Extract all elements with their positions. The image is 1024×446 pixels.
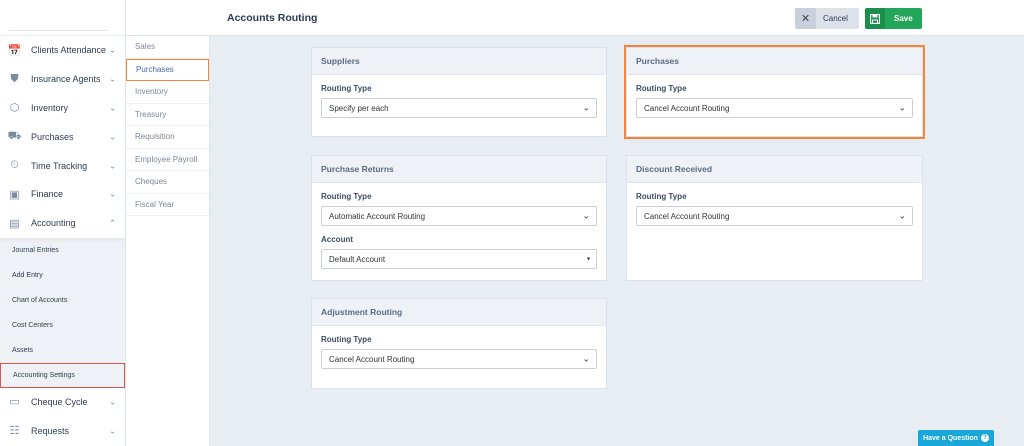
money-icon: ▣	[9, 188, 20, 201]
routing-type-label: Routing Type	[321, 192, 372, 201]
routing-type-label: Routing Type	[321, 335, 372, 344]
card-title: Purchase Returns	[312, 156, 606, 183]
save-icon	[865, 8, 885, 29]
calendar-icon: 📅	[7, 44, 22, 57]
sidebar-top	[0, 0, 125, 36]
page-header: Accounts Routing ✕ Cancel Save	[126, 0, 1024, 36]
submenu-item-accounting-settings[interactable]: Accounting Settings	[0, 362, 125, 388]
suppliers-card: Suppliers Routing Type Specify per each …	[311, 47, 607, 137]
sidebar-item-label: Clients Attendance	[31, 45, 107, 56]
accounting-icon: ▤	[9, 217, 20, 230]
chevron-down-icon: ⌄	[109, 45, 116, 55]
subnav-item-purchases[interactable]: Purchases	[126, 58, 209, 81]
chevron-down-icon: ⌄	[582, 210, 590, 221]
sidebar-item-requests[interactable]: ☷ Requests ⌄	[0, 416, 125, 446]
sidebar-item-time-tracking[interactable]: ⏲ Time Tracking ⌄	[0, 151, 125, 180]
chevron-down-icon: ⌄	[109, 132, 116, 142]
card-title: Adjustment Routing	[312, 299, 606, 326]
subnav-item-requisition[interactable]: Requisition	[126, 126, 209, 149]
card-title: Purchases	[627, 48, 922, 75]
chevron-down-icon: ⌄	[582, 102, 590, 113]
box-icon: ⬡	[9, 102, 20, 115]
submenu-item-chart-of-accounts[interactable]: Chart of Accounts	[0, 288, 125, 313]
cheque-icon: ▭	[9, 396, 20, 409]
question-icon: ?	[980, 434, 989, 442]
chevron-up-icon: ⌃	[109, 218, 116, 228]
chevron-down-icon: ⌄	[582, 353, 590, 364]
account-label: Account	[321, 235, 353, 244]
submenu-item-add-entry[interactable]: Add Entry	[0, 263, 125, 288]
main-sidebar: 📅 Clients Attendance ⌄ ⛊ Insurance Agent…	[0, 0, 126, 446]
sidebar-item-label: Accounting	[31, 218, 76, 229]
routing-type-select[interactable]: Cancel Account Routing ⌄	[636, 206, 913, 226]
save-button-label: Save	[894, 14, 913, 23]
chevron-down-icon: ⌄	[109, 161, 116, 171]
select-value: Automatic Account Routing	[329, 211, 426, 221]
truck-icon: ⛟	[7, 129, 22, 142]
routing-type-select[interactable]: Cancel Account Routing ⌄	[636, 98, 913, 118]
account-select[interactable]: Default Account ▾	[321, 249, 597, 269]
chevron-down-icon: ⌄	[109, 74, 116, 84]
close-icon: ✕	[795, 8, 816, 29]
routing-type-select[interactable]: Cancel Account Routing ⌄	[321, 349, 597, 369]
sidebar-item-finance[interactable]: ▣ Finance ⌄	[0, 180, 125, 209]
shield-icon: ⛊	[10, 72, 19, 85]
discount-received-card: Discount Received Routing Type Cancel Ac…	[626, 155, 923, 281]
have-a-question-button[interactable]: Have a Question ?	[918, 430, 994, 446]
select-value: Cancel Account Routing	[329, 354, 415, 364]
sidebar-item-label: Time Tracking	[31, 160, 88, 171]
sidebar-item-insurance-agents[interactable]: ⛊ Insurance Agents ⌄	[0, 65, 125, 94]
purchases-card: Purchases Routing Type Cancel Account Ro…	[624, 45, 925, 139]
help-label: Have a Question	[923, 434, 978, 442]
page-title: Accounts Routing	[227, 12, 318, 24]
sidebar-item-clients-attendance[interactable]: 📅 Clients Attendance ⌄	[0, 36, 125, 65]
routing-type-select[interactable]: Automatic Account Routing ⌄	[321, 206, 597, 226]
clipboard-icon: ☷	[9, 425, 20, 438]
select-value: Cancel Account Routing	[644, 103, 730, 113]
save-button[interactable]: Save	[865, 8, 922, 29]
card-title: Discount Received	[627, 156, 922, 183]
routing-type-label: Routing Type	[636, 84, 687, 93]
sidebar-item-cheque-cycle[interactable]: ▭ Cheque Cycle ⌄	[0, 387, 125, 417]
clock-icon: ⏲	[10, 159, 19, 172]
select-value: Default Account	[329, 254, 386, 264]
subnav-item-treasury[interactable]: Treasury	[126, 104, 209, 126]
chevron-down-icon: ⌄	[898, 210, 906, 221]
submenu-item-cost-centers[interactable]: Cost Centers	[0, 313, 125, 338]
routing-type-label: Routing Type	[321, 84, 372, 93]
select-value: Specify per each	[329, 103, 389, 113]
chevron-down-icon: ⌄	[898, 102, 906, 113]
caret-down-icon: ▾	[586, 256, 590, 263]
sidebar-item-inventory[interactable]: ⬡ Inventory ⌄	[0, 94, 125, 123]
sidebar-item-accounting[interactable]: ▤ Accounting ⌃	[0, 208, 125, 238]
submenu-item-journal-entries[interactable]: Journal Entries	[0, 238, 125, 263]
purchase-returns-card: Purchase Returns Routing Type Automatic …	[311, 155, 607, 281]
subnav-item-cheques[interactable]: Cheques	[126, 171, 209, 194]
chevron-down-icon: ⌄	[109, 189, 116, 199]
subnav-item-sales[interactable]: Sales	[126, 36, 209, 59]
sidebar-item-label: Insurance Agents	[31, 74, 101, 85]
sidebar-item-label: Finance	[31, 189, 64, 200]
subnav-item-inventory[interactable]: Inventory	[126, 81, 209, 104]
sidebar-item-label: Inventory	[31, 102, 69, 113]
chevron-down-icon: ⌄	[109, 426, 116, 436]
select-value: Cancel Account Routing	[644, 211, 730, 221]
subnav-item-fiscal-year[interactable]: Fiscal Year	[126, 194, 209, 216]
accounting-submenu: Journal Entries Add Entry Chart of Accou…	[0, 237, 125, 388]
cancel-button-label: Cancel	[823, 14, 848, 23]
adjustment-routing-card: Adjustment Routing Routing Type Cancel A…	[311, 298, 607, 389]
subnav-item-employee-payroll[interactable]: Employee Payroll	[126, 149, 209, 171]
submenu-item-assets[interactable]: Assets	[0, 338, 125, 363]
sidebar-item-label: Cheque Cycle	[31, 396, 88, 407]
card-title: Suppliers	[312, 48, 606, 75]
sidebar-item-label: Purchases	[31, 131, 74, 142]
settings-subnav: Sales Purchases Inventory Treasury Requi…	[126, 36, 210, 446]
chevron-down-icon: ⌄	[109, 397, 116, 407]
sidebar-item-purchases[interactable]: ⛟ Purchases ⌄	[0, 122, 125, 151]
cancel-button[interactable]: ✕ Cancel	[795, 8, 859, 29]
sidebar-item-label: Requests	[31, 425, 70, 436]
routing-type-label: Routing Type	[636, 192, 687, 201]
routing-type-select[interactable]: Specify per each ⌄	[321, 98, 597, 118]
chevron-down-icon: ⌄	[109, 103, 116, 113]
